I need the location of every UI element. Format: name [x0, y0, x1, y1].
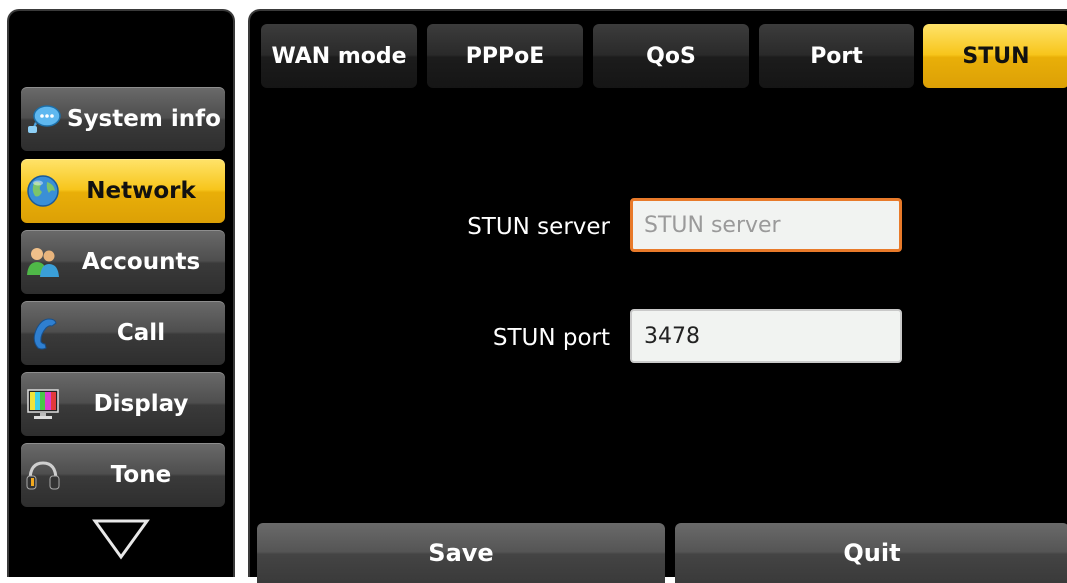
save-button-label: Save — [428, 539, 494, 567]
tab-qos[interactable]: QoS — [593, 24, 749, 88]
phone-handset-icon — [33, 318, 57, 350]
stun-port-label: STUN port — [492, 325, 610, 351]
sidebar-item-label: System info — [67, 106, 221, 132]
settings-screen: System info Network Accounts Call Displa… — [0, 0, 1067, 583]
tab-wan-mode[interactable]: WAN mode — [261, 24, 417, 88]
sidebar-item-display[interactable]: Display — [21, 372, 225, 436]
sidebar-item-network[interactable]: Network — [21, 159, 225, 223]
tab-label: STUN — [962, 43, 1030, 69]
sidebar-item-label: Call — [116, 320, 166, 346]
tab-label: WAN mode — [271, 43, 407, 69]
sidebar-item-label: Accounts — [81, 249, 201, 275]
users-icon — [27, 248, 59, 277]
sidebar-item-label: Network — [86, 178, 196, 204]
save-button[interactable]: Save — [257, 523, 665, 583]
sidebar-item-tone[interactable]: Tone — [21, 443, 225, 507]
globe-icon — [27, 175, 59, 207]
headphones-icon — [26, 461, 60, 490]
tab-stun[interactable]: STUN — [923, 24, 1067, 88]
tab-label: QoS — [646, 43, 696, 69]
chat-bubble-icon — [28, 105, 61, 133]
settings-panel: WAN mode PPPoE QoS Port STUN STUN server… — [248, 9, 1067, 583]
tab-label: PPPoE — [465, 43, 545, 69]
sidebar-item-label: Display — [93, 391, 189, 417]
sidebar-item-accounts[interactable]: Accounts — [21, 230, 225, 294]
stun-port-input[interactable] — [630, 309, 902, 363]
sidebar-item-call[interactable]: Call — [21, 301, 225, 365]
stun-server-label: STUN server — [467, 214, 610, 240]
tab-label: Port — [810, 43, 863, 69]
sidebar-item-label: Tone — [110, 462, 172, 488]
quit-button-label: Quit — [843, 539, 901, 567]
stun-server-input[interactable] — [630, 198, 902, 252]
tab-port[interactable]: Port — [759, 24, 914, 88]
sidebar-item-system-info[interactable]: System info — [21, 87, 225, 151]
tab-pppoe[interactable]: PPPoE — [427, 24, 583, 88]
quit-button[interactable]: Quit — [675, 523, 1067, 583]
scroll-down-triangle-icon[interactable] — [91, 517, 151, 561]
monitor-icon — [27, 389, 59, 419]
sidebar: System info Network Accounts Call Displa… — [7, 9, 235, 577]
